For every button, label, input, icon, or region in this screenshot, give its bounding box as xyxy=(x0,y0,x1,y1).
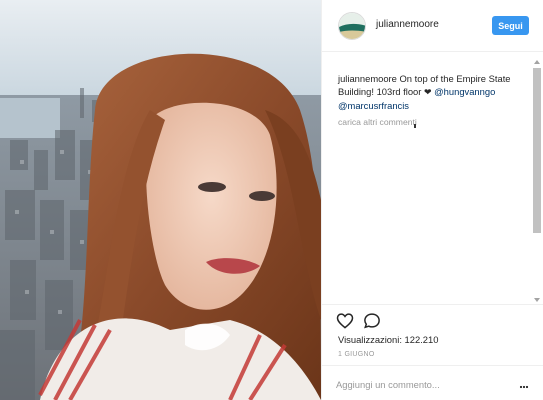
avatar-image xyxy=(339,13,365,39)
comment-icon[interactable] xyxy=(363,312,381,329)
caption: juliannemoore On top of the Empire State… xyxy=(338,72,528,112)
instagram-post: juliannemoore Segui juliannemoore On top… xyxy=(0,0,543,400)
post-date[interactable]: 1 GIUGNO xyxy=(338,351,375,358)
comments-section: juliannemoore On top of the Empire State… xyxy=(338,72,528,128)
scroll-thumb[interactable] xyxy=(533,68,541,233)
selfie-image xyxy=(0,0,321,400)
add-comment-bar xyxy=(322,365,543,400)
scroll-down-arrow-icon[interactable] xyxy=(534,298,540,302)
caption-username[interactable]: juliannemoore xyxy=(338,73,397,84)
views-count: Visualizzazioni: 122.210 xyxy=(338,334,438,345)
mention-link-marcusrfrancis[interactable]: @marcusrfrancis xyxy=(338,100,409,111)
text-cursor xyxy=(414,124,416,128)
follow-button[interactable]: Segui xyxy=(492,16,529,35)
heart-icon[interactable] xyxy=(336,312,354,329)
post-photo[interactable] xyxy=(0,0,321,400)
mention-link-hungvanngo[interactable]: @hungvanngo xyxy=(434,86,495,97)
post-sidebar: juliannemoore Segui juliannemoore On top… xyxy=(321,0,543,400)
post-header: juliannemoore Segui xyxy=(322,0,543,52)
views-value: 122.210 xyxy=(404,334,439,345)
post-actions: Visualizzazioni: 122.210 1 GIUGNO xyxy=(322,304,543,400)
comment-input[interactable] xyxy=(336,377,486,391)
comments-scrollbar[interactable] xyxy=(532,60,542,305)
load-more-comments-link[interactable]: carica altri commenti xyxy=(338,117,528,127)
scroll-up-arrow-icon[interactable] xyxy=(534,60,540,64)
more-options-icon[interactable] xyxy=(519,379,529,389)
username-link[interactable]: juliannemoore xyxy=(376,19,439,30)
avatar[interactable] xyxy=(338,12,366,40)
views-label: Visualizzazioni: xyxy=(338,334,402,345)
black-heart-emoji: ❤ xyxy=(424,87,432,97)
